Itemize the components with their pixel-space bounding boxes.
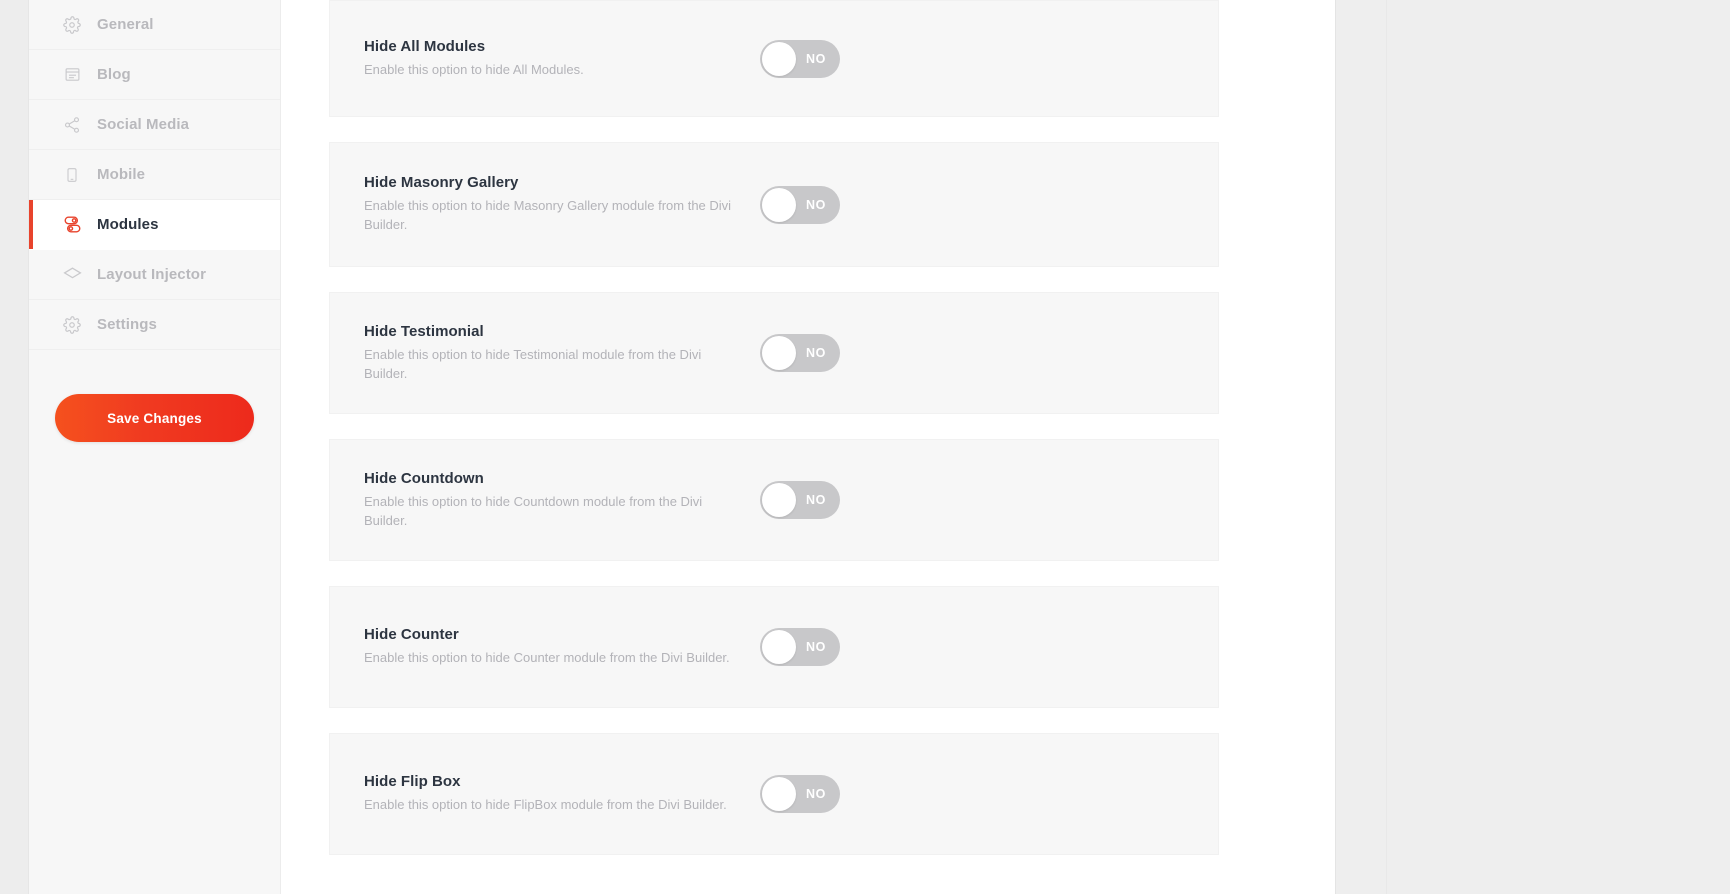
option-description: Enable this option to hide Testimonial m… xyxy=(364,346,702,381)
mobile-phone-icon xyxy=(61,164,83,186)
sidebar-item-label: Settings xyxy=(97,316,157,333)
sidebar-item-blog[interactable]: Blog xyxy=(29,50,280,100)
option-text-block: Hide Flip Box Enable this option to hide… xyxy=(364,773,760,815)
background-seam xyxy=(1386,0,1387,894)
toggle-knob xyxy=(762,41,796,76)
option-title: Hide Testimonial xyxy=(364,322,484,340)
modules-options-list: Hide All Modules Enable this option to h… xyxy=(281,0,1279,894)
content-right-padding xyxy=(1279,0,1335,894)
toggle-knob xyxy=(762,336,796,370)
option-description: Enable this option to hide All Modules. xyxy=(364,61,584,77)
toggle-knob xyxy=(762,630,796,664)
option-text-block: Hide All Modules Enable this option to h… xyxy=(364,38,760,80)
option-text-block: Hide Countdown Enable this option to hid… xyxy=(364,470,760,531)
option-text-block: Hide Testimonial Enable this option to h… xyxy=(364,323,760,384)
gear-icon xyxy=(61,14,83,36)
option-toggle-wrapper: NO xyxy=(760,775,840,813)
option-description: Enable this option to hide Countdown mod… xyxy=(364,493,703,528)
save-changes-button[interactable]: Save Changes xyxy=(55,394,254,442)
toggle-knob xyxy=(762,187,796,222)
option-row: Hide Masonry Gallery Enable this option … xyxy=(329,142,1219,267)
option-toggle-wrapper: NO xyxy=(760,39,840,78)
sidebar-item-social-media[interactable]: Social Media xyxy=(29,100,280,150)
sidebar-item-label: Blog xyxy=(97,66,131,83)
toggle-state-label: NO xyxy=(806,51,826,66)
option-description: Enable this option to hide Counter modul… xyxy=(364,650,730,666)
hide-countdown-toggle[interactable]: NO xyxy=(760,481,840,519)
share-nodes-icon xyxy=(61,114,83,136)
option-title: Hide Flip Box xyxy=(364,773,461,791)
option-title: Hide Masonry Gallery xyxy=(364,174,519,192)
option-toggle-wrapper: NO xyxy=(760,481,840,519)
sidebar-nav-list: General Blog Social Media Mobile Modules… xyxy=(29,0,280,350)
toggle-state-label: NO xyxy=(806,640,826,654)
sidebar-item-label: Layout Injector xyxy=(97,266,207,283)
settings-page: General Blog Social Media Mobile Modules… xyxy=(0,0,1730,894)
hide-testimonial-toggle[interactable]: NO xyxy=(760,334,840,372)
option-row: Hide All Modules Enable this option to h… xyxy=(329,0,1219,117)
option-row: Hide Countdown Enable this option to hid… xyxy=(329,439,1219,561)
toggle-state-label: NO xyxy=(806,346,826,360)
option-row: Hide Testimonial Enable this option to h… xyxy=(329,292,1219,414)
blog-grid-icon xyxy=(61,64,83,86)
toggle-state-label: NO xyxy=(806,493,826,507)
save-changes-zone: Save Changes xyxy=(29,350,280,894)
sidebar-item-general[interactable]: General xyxy=(29,0,280,50)
modules-toggles-icon xyxy=(61,214,83,236)
left-gutter xyxy=(0,0,29,894)
sidebar-item-label: Modules xyxy=(97,216,159,233)
sidebar-item-label: Mobile xyxy=(97,166,146,183)
option-title: Hide Counter xyxy=(364,626,459,644)
option-toggle-wrapper: NO xyxy=(760,334,840,372)
outer-background-right xyxy=(1335,0,1730,894)
hide-all-modules-toggle[interactable]: NO xyxy=(760,39,840,78)
sidebar-item-label: General xyxy=(97,16,154,33)
option-text-block: Hide Masonry Gallery Enable this option … xyxy=(364,174,760,235)
option-toggle-wrapper: NO xyxy=(760,185,840,224)
sidebar-item-modules[interactable]: Modules xyxy=(29,200,280,250)
option-text-block: Hide Counter Enable this option to hide … xyxy=(364,626,760,668)
layers-icon xyxy=(61,264,83,286)
toggle-knob xyxy=(762,483,796,517)
toggle-state-label: NO xyxy=(806,787,826,801)
sidebar-item-layout-injector[interactable]: Layout Injector xyxy=(29,250,280,300)
option-row: Hide Counter Enable this option to hide … xyxy=(329,586,1219,708)
option-title: Hide All Modules xyxy=(364,37,486,55)
settings-sidebar: General Blog Social Media Mobile Modules… xyxy=(29,0,281,894)
sidebar-item-settings[interactable]: Settings xyxy=(29,300,280,350)
toggle-knob xyxy=(762,777,796,811)
hide-masonry-gallery-toggle[interactable]: NO xyxy=(760,185,840,224)
option-description: Enable this option to hide FlipBox modul… xyxy=(364,797,727,813)
option-toggle-wrapper: NO xyxy=(760,628,840,666)
option-title: Hide Countdown xyxy=(364,469,484,487)
option-description: Enable this option to hide Masonry Galle… xyxy=(364,198,732,232)
hide-flip-box-toggle[interactable]: NO xyxy=(760,775,840,813)
sidebar-item-mobile[interactable]: Mobile xyxy=(29,150,280,200)
option-row: Hide Flip Box Enable this option to hide… xyxy=(329,733,1219,855)
gear-icon xyxy=(61,314,83,336)
sidebar-item-label: Social Media xyxy=(97,116,190,133)
toggle-state-label: NO xyxy=(806,197,826,212)
hide-counter-toggle[interactable]: NO xyxy=(760,628,840,666)
